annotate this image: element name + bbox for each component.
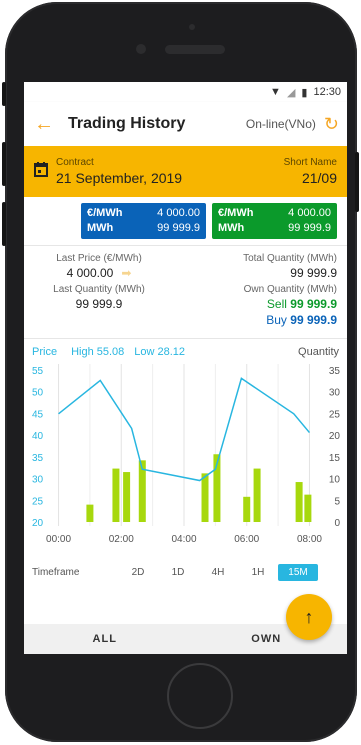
trend-arrow-icon: ➡ [121, 266, 132, 280]
price-tick-label: 50 [32, 388, 44, 399]
wifi-icon: ▼ [270, 86, 281, 98]
x-tick-label: 04:00 [171, 534, 196, 545]
x-tick-label: 06:00 [234, 534, 259, 545]
price-tick-label: 35 [32, 453, 44, 464]
contract-bar: Contract 21 September, 2019 Short Name 2… [24, 146, 347, 197]
timeframe-1h[interactable]: 1H [238, 567, 278, 578]
buy-label: Buy [266, 313, 287, 327]
sell-value: 99 999.9 [290, 297, 337, 311]
quantity-bar [304, 494, 312, 522]
bid-qty-unit: MWh [87, 222, 114, 234]
price-tick-label: 30 [32, 475, 44, 486]
status-time: 12:30 [313, 86, 341, 98]
price-tick-label: 20 [32, 518, 44, 529]
x-tick-label: 08:00 [297, 534, 322, 545]
proximity-sensor [189, 24, 195, 30]
calendar-icon [34, 161, 48, 182]
last-qty-label: Last Quantity (MWh) [53, 284, 145, 295]
price-boxes: €/MWh 4 000.00 MWh 99 999.9 €/MWh 4 000.00 … [24, 197, 347, 246]
app-bar: ← Trading History On-line(VNo) ↻ [24, 102, 347, 146]
refresh-icon[interactable]: ↻ [324, 114, 339, 135]
quantity-bar [253, 468, 261, 522]
qty-tick-label: 10 [329, 475, 341, 486]
contract-label: Contract [56, 157, 94, 168]
sell-label: Sell [266, 297, 287, 311]
quantity-bar [123, 472, 131, 522]
own-qty-label: Own Quantity (MWh) [243, 284, 337, 295]
timeframe-15m[interactable]: 15M [278, 563, 318, 581]
ask-qty: 99 999.9 [288, 222, 331, 234]
home-button[interactable] [167, 663, 233, 729]
qty-tick-label: 5 [334, 496, 340, 507]
price-tick-label: 55 [32, 366, 44, 377]
timeframe-2d[interactable]: 2D [118, 567, 158, 578]
ask-box[interactable]: €/MWh 4 000.00 MWh 99 999.9 [212, 203, 337, 239]
contract-date: 21 September, 2019 [56, 170, 183, 186]
signal-icon: ◢ [286, 86, 296, 99]
quantity-bar [243, 496, 251, 522]
front-camera [136, 44, 146, 54]
bid-box[interactable]: €/MWh 4 000.00 MWh 99 999.9 [81, 203, 206, 239]
last-price-label: Last Price (€/MWh) [56, 253, 142, 264]
price-tick-label: 40 [32, 431, 44, 442]
buy-value: 99 999.9 [290, 313, 337, 327]
ask-price: 4 000.00 [288, 207, 331, 219]
app-screen: ▼ ◢ ▮ 12:30 ← Trading History On-line(VN… [24, 82, 347, 654]
qty-tick-label: 0 [334, 518, 340, 529]
volume-up-button [2, 142, 6, 186]
mute-switch [2, 82, 6, 106]
bid-qty: 99 999.9 [157, 222, 200, 234]
price-tick-label: 25 [32, 496, 44, 507]
scroll-top-button[interactable]: ↑ [286, 594, 332, 640]
high-value: High 55.08 [71, 346, 125, 358]
chart-header: Price High 55.08 Low 28.12 Quantity [24, 339, 347, 360]
tab-all[interactable]: ALL [24, 633, 186, 645]
qty-tick-label: 25 [329, 409, 341, 420]
qty-tick-label: 20 [329, 431, 341, 442]
quantity-bar [295, 482, 303, 522]
total-qty-value: 99 999.9 [290, 266, 337, 280]
total-qty-label: Total Quantity (MWh) [243, 253, 337, 264]
low-value: Low 28.12 [134, 346, 186, 358]
volume-down-button [2, 202, 6, 246]
connection-mode: On-line(VNo) [245, 117, 316, 131]
quantity-axis-title: Quantity [298, 346, 339, 358]
last-price-value: 4 000.00 [66, 266, 114, 280]
qty-tick-label: 15 [329, 453, 341, 464]
price-axis-title: Price [32, 346, 58, 358]
arrow-up-icon: ↑ [304, 606, 314, 627]
price-tick-label: 45 [32, 409, 44, 420]
last-qty-value: 99 999.9 [75, 297, 123, 311]
qty-tick-label: 30 [329, 388, 341, 399]
ask-price-unit: €/MWh [218, 207, 254, 219]
power-button [355, 152, 359, 212]
short-name-value: 21/09 [301, 170, 337, 186]
battery-icon: ▮ [301, 86, 308, 99]
quantity-bar [86, 504, 94, 522]
timeframe-4h[interactable]: 4H [198, 567, 238, 578]
timeframe-selector: Timeframe 2D 1D 4H 1H 15M [24, 557, 347, 587]
timeframe-1d[interactable]: 1D [158, 567, 198, 578]
x-tick-label: 00:00 [46, 534, 71, 545]
quantity-bar [201, 473, 209, 522]
page-title: Trading History [68, 115, 186, 132]
x-tick-label: 02:00 [109, 534, 134, 545]
ask-qty-unit: MWh [218, 222, 245, 234]
bid-price-unit: €/MWh [87, 207, 123, 219]
back-arrow-icon[interactable]: ← [34, 113, 62, 136]
bid-price: 4 000.00 [157, 207, 200, 219]
status-bar: ▼ ◢ ▮ 12:30 [24, 82, 347, 102]
earpiece-speaker [165, 45, 225, 54]
stats-panel: Last Price (€/MWh) 4 000.00 ➡ Total Quant… [24, 246, 347, 339]
qty-tick-label: 35 [329, 366, 341, 377]
quantity-bar [112, 468, 120, 522]
timeframe-label: Timeframe [32, 566, 80, 578]
short-name-label: Short Name [283, 157, 337, 168]
trading-chart: 00:00 02:00 04:00 06:00 08:00555045403530252… [32, 364, 341, 545]
